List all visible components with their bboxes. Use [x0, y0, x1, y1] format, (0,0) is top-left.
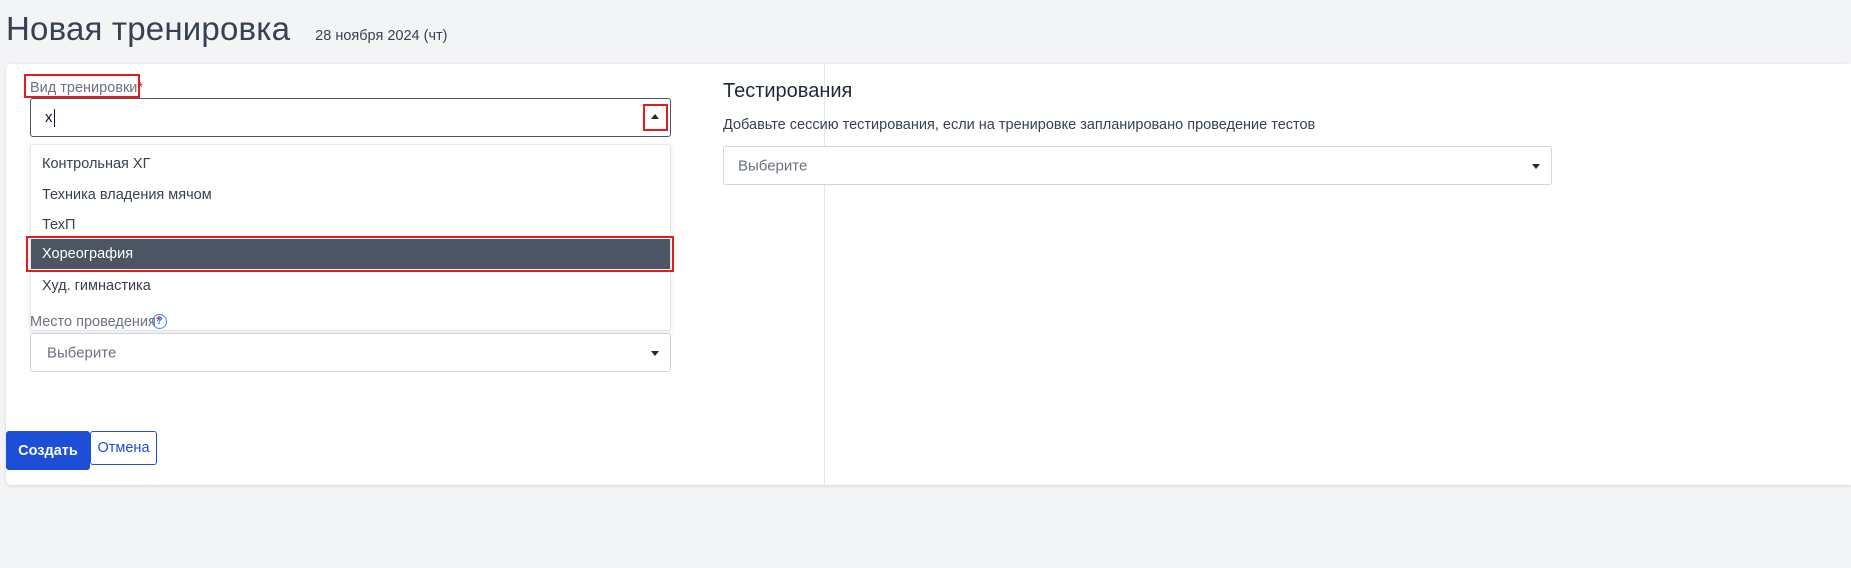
cancel-button[interactable]: Отмена — [90, 431, 157, 465]
location-select[interactable]: Выберите — [30, 333, 671, 372]
testing-section-title: Тестирования — [723, 80, 853, 102]
dropdown-option-selected[interactable]: Хореография — [31, 239, 670, 269]
training-type-label-text: Вид тренировки — [30, 80, 138, 96]
caret-up-icon[interactable] — [651, 114, 659, 119]
training-type-input[interactable]: х — [45, 108, 55, 127]
training-type-combobox[interactable]: х — [30, 98, 671, 137]
training-type-label: Вид тренировки* — [30, 80, 143, 96]
testing-section-description: Добавьте сессию тестирования, если на тр… — [723, 117, 1316, 133]
required-mark: * — [137, 80, 144, 96]
dropdown-option[interactable]: Худ. гимнастика — [31, 268, 670, 304]
location-label-text: Место проведения — [30, 314, 156, 330]
caret-down-icon — [1532, 164, 1540, 169]
create-button[interactable]: Создать — [6, 431, 90, 470]
page-header: Новая тренировка 28 ноября 2024 (чт) — [6, 10, 447, 48]
training-type-input-value: х — [45, 108, 53, 126]
text-cursor — [53, 108, 55, 127]
location-label: Место проведения* — [30, 314, 162, 330]
location-placeholder: Выберите — [47, 344, 117, 361]
dropdown-option[interactable]: ТехП — [31, 207, 670, 243]
training-form-card: Вид тренировки* х Контрольная ХГ Техника… — [6, 64, 1851, 485]
training-type-dropdown: Контрольная ХГ Техника владения мячом Те… — [30, 144, 671, 331]
testing-session-placeholder: Выберите — [738, 157, 808, 174]
page-title: Новая тренировка — [6, 10, 291, 47]
caret-down-icon — [651, 351, 659, 356]
testing-session-select[interactable]: Выберите — [723, 146, 1552, 185]
help-icon[interactable]: ? — [152, 314, 167, 329]
page-date: 28 ноября 2024 (чт) — [315, 28, 448, 44]
